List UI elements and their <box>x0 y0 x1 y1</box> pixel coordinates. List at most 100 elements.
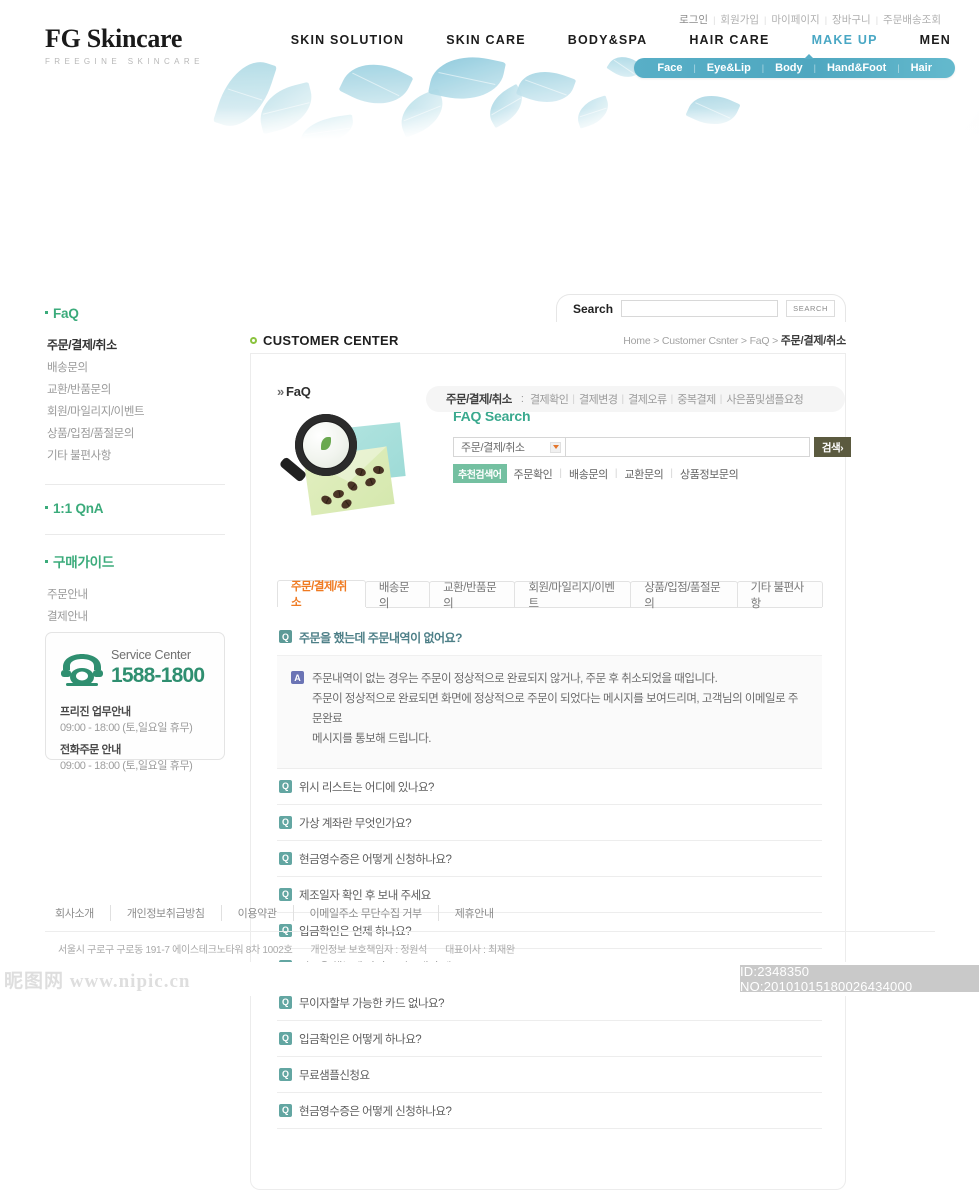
recommended-keyword-product-info[interactable]: 상품정보문의 <box>680 466 739 482</box>
sidebar-item-product-soldout[interactable]: 상품/입점/품절문의 <box>47 422 225 444</box>
magnifier-illustration <box>277 408 419 518</box>
sidebar-heading-qna-label: 1:1 QnA <box>53 501 104 516</box>
faq-list-item[interactable]: Q 현금영수증은 어떻게 신청하나요? <box>277 841 822 877</box>
faq-subcat-payment-error[interactable]: 결제오류 <box>624 391 670 407</box>
utility-link-signup[interactable]: 회원가입 <box>716 14 763 26</box>
faq-search-submit-button[interactable]: 검색› <box>814 437 851 457</box>
utility-link-login[interactable]: 로그인 <box>675 14 712 26</box>
sub-nav-pointer-icon <box>804 54 815 59</box>
nav-item-skin-solution[interactable]: SKIN SOLUTION <box>270 33 426 47</box>
faq-search-controls: FAQ Search 주문/결제/취소 검색› 추천검색어 주문확인 | 배송문의… <box>453 408 872 483</box>
keyword-separator: | <box>614 468 618 479</box>
search-label: Search <box>573 301 614 316</box>
faq-list-item[interactable]: Q 현금영수증은 어떻게 신청하나요? <box>277 1093 822 1129</box>
faq-subcat-duplicate-payment[interactable]: 중복결제 <box>673 391 719 407</box>
logo-title: FG Skincare <box>45 24 183 53</box>
faq-list-item[interactable]: Q 입금확인은 어떻게 하나요? <box>277 1021 822 1057</box>
faq-answer-line-2: 주문이 정상적으로 완료되면 화면에 정상적으로 주문이 되었다는 메시지를 보… <box>312 693 798 726</box>
question-marker-icon: Q <box>279 995 292 1009</box>
sidebar-item-exchange-return[interactable]: 교환/반품문의 <box>47 378 225 400</box>
recommended-keywords-badge: 추천검색어 <box>453 464 507 483</box>
nav-item-men[interactable]: MEN <box>899 33 955 47</box>
faq-subcat-payment-confirm[interactable]: 결제확인 <box>526 391 572 407</box>
ring-bullet-icon <box>250 336 257 344</box>
faq-category-select[interactable]: 주문/결제/취소 <box>453 437 566 457</box>
faq-subcat-gift-sample-request[interactable]: 사은품및샘플요청 <box>722 391 807 407</box>
faq-answer-line-1: 주문내역이 없는 경우는 주문이 정상적으로 완료되지 않거나, 주문 후 취소… <box>312 673 718 685</box>
question-marker-icon: Q <box>279 1067 292 1081</box>
keyword-separator: | <box>559 468 562 479</box>
section-title-faq: » FaQ <box>277 384 311 399</box>
chevron-down-icon <box>550 441 561 453</box>
sidebar-item-member-mileage-event[interactable]: 회원/마일리지/이벤트 <box>47 400 225 422</box>
tab-order-payment-cancel[interactable]: 주문/결제/취소 <box>277 580 366 609</box>
nav-item-body-spa[interactable]: BODY&SPA <box>547 33 669 47</box>
faq-subcat-payment-change[interactable]: 결제변경 <box>575 391 621 407</box>
nav-item-make-up[interactable]: MAKE UP <box>791 33 899 47</box>
recommended-keyword-order-check[interactable]: 주문확인 <box>514 466 553 482</box>
tab-member-mileage-event[interactable]: 회원/마일리지/이벤트 <box>514 581 632 610</box>
sidebar-item-order-payment-cancel[interactable]: 주문/결제/취소 <box>47 333 225 356</box>
tab-other-issues[interactable]: 기타 불편사항 <box>736 581 824 610</box>
search-input[interactable] <box>621 300 779 317</box>
utility-link-cart[interactable]: 장바구니 <box>828 14 875 26</box>
chevron-right-icon: » <box>277 384 285 399</box>
faq-open-question[interactable]: Q 주문을 했는데 주문내역이 없어요? <box>277 619 822 655</box>
service-center-hours: 프리진 업무안내 09:00 - 18:00 (토,일요일 휴무) 전화주문 안… <box>60 703 210 773</box>
faq-list-item[interactable]: Q 무료샘플신청요 <box>277 1057 822 1093</box>
nav-item-hair-care[interactable]: HAIR CARE <box>668 33 790 47</box>
footer-link-terms[interactable]: 이용약관 <box>222 905 294 921</box>
faq-question-text: 현금영수증은 어떻게 신청하나요? <box>299 1105 452 1118</box>
footer-link-about[interactable]: 회사소개 <box>55 905 111 921</box>
phone-order-title: 전화주문 안내 <box>60 744 121 756</box>
recommended-keyword-exchange[interactable]: 교환문의 <box>625 466 664 482</box>
question-marker-icon: Q <box>279 923 292 937</box>
sidebar-item-label: 배송문의 <box>47 362 88 374</box>
magnifier-lens-shape <box>295 414 357 476</box>
faq-list-item[interactable]: Q 가상 계좌란 무엇인가요? <box>277 805 822 841</box>
sidebar-divider <box>45 484 225 485</box>
breadcrumb-path[interactable]: Home > Customer Csnter > FaQ > <box>623 335 780 347</box>
service-center-header: Service Center 1588-1800 <box>60 649 210 690</box>
subnav-item-face[interactable]: Face <box>646 62 693 74</box>
question-marker-icon: Q <box>279 1031 292 1045</box>
faq-question-text: 현금영수증은 어떻게 신청하나요? <box>299 853 452 866</box>
page-title-label: CUSTOMER CENTER <box>263 332 399 348</box>
sidebar-item-other-issues[interactable]: 기타 불편사항 <box>47 444 225 466</box>
search-button[interactable]: SEARCH <box>786 300 835 317</box>
sidebar-heading-qna[interactable]: 1:1 QnA <box>45 501 225 516</box>
subnav-item-hair[interactable]: Hair <box>900 62 943 74</box>
subnav-item-hand-foot[interactable]: Hand&Foot <box>816 62 897 74</box>
sub-nav: Face | Eye&Lip | Body | Hand&Foot | Hair <box>634 54 955 78</box>
tab-exchange-return[interactable]: 교환/반품문의 <box>429 581 516 610</box>
utility-link-order-tracking[interactable]: 주문배송조회 <box>879 14 945 26</box>
subnav-item-body[interactable]: Body <box>764 62 814 74</box>
footer-link-email-collection-refusal[interactable]: 이메일주소 무단수집 거부 <box>294 905 439 921</box>
sidebar-item-order-guide[interactable]: 주문안내 <box>47 583 225 605</box>
sidebar-item-payment-guide[interactable]: 결제안내 <box>47 605 225 627</box>
footer-address: 서울시 구로구 구로동 191-7 에이스테크노타워 8차 1002호 <box>58 945 293 956</box>
footer-link-partnership[interactable]: 제휴안내 <box>439 905 510 921</box>
question-marker-icon: Q <box>279 630 292 643</box>
utility-nav: 로그인 | 회원가입 | 마이페이지 | 장바구니 | 주문배송조회 <box>675 12 945 27</box>
sidebar-item-delivery[interactable]: 배송문의 <box>47 356 225 378</box>
faq-keyword-input[interactable] <box>566 437 810 457</box>
nav-item-skin-care[interactable]: SKIN CARE <box>425 33 547 47</box>
breadcrumb: Home > Customer Csnter > FaQ > 주문/결제/취소 <box>623 332 846 348</box>
page-title: CUSTOMER CENTER <box>250 333 399 348</box>
faq-category-bar-colon: : <box>520 393 524 405</box>
main-nav: SKIN SOLUTION SKIN CARE BODY&SPA HAIR CA… <box>270 33 955 47</box>
faq-list-item[interactable]: Q 위시 리스트는 어디에 있나요? <box>277 769 822 805</box>
tab-delivery[interactable]: 배송문의 <box>364 581 431 610</box>
tab-product-soldout[interactable]: 상품/입점/품절문의 <box>630 581 738 610</box>
recommended-keyword-delivery[interactable]: 배송문의 <box>569 466 608 482</box>
site-logo[interactable]: FG Skincare FREEGINE SKINCARE <box>45 24 204 67</box>
logo-subtitle: FREEGINE SKINCARE <box>45 57 204 66</box>
subnav-item-eye-lip[interactable]: Eye&Lip <box>696 62 762 74</box>
tab-label: 회원/마일리지/이벤트 <box>528 581 615 610</box>
footer-link-privacy[interactable]: 개인정보취급방침 <box>111 905 222 921</box>
utility-link-mypage[interactable]: 마이페이지 <box>767 14 823 26</box>
service-center-text: Service Center 1588-1800 <box>111 649 205 688</box>
sidebar-item-label: 결제안내 <box>47 611 88 623</box>
service-hours-value: 09:00 - 18:00 (토,일요일 휴무) <box>60 722 193 734</box>
